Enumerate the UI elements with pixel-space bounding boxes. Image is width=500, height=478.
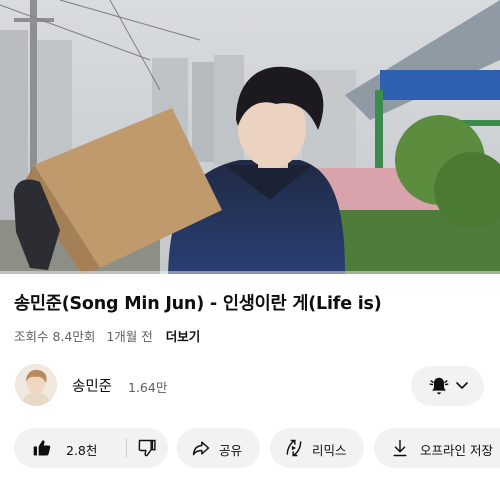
like-count: 2.8천	[66, 443, 98, 458]
download-button[interactable]: 오프라인 저장	[374, 428, 500, 468]
download-label: 오프라인 저장	[420, 443, 493, 458]
subscriber-count: 1.64만	[128, 380, 168, 395]
video-meta[interactable]: 조회수 8.4만회 1개월 전 더보기	[14, 326, 207, 345]
thumbs-up-icon	[33, 440, 51, 456]
remix-button[interactable]: 리믹스	[270, 428, 364, 468]
share-button[interactable]: 공유	[177, 428, 260, 468]
channel-name[interactable]: 송민준	[72, 375, 112, 396]
remix-label: 리믹스	[312, 443, 347, 458]
channel-avatar[interactable]	[15, 364, 57, 406]
chevron-down-icon	[456, 382, 468, 389]
subscription-bell-button[interactable]	[411, 366, 484, 406]
video-player[interactable]	[0, 0, 500, 274]
video-frame-image	[0, 0, 500, 274]
bell-icon	[429, 377, 449, 395]
like-dislike-group: 2.8천	[14, 428, 168, 468]
thumbs-down-icon	[138, 439, 156, 457]
like-button[interactable]: 2.8천	[14, 428, 126, 468]
progress-bar[interactable]	[0, 271, 500, 274]
remix-icon	[286, 439, 302, 457]
share-label: 공유	[219, 443, 243, 458]
view-count: 조회수 8.4만회	[14, 329, 96, 344]
share-icon	[192, 441, 210, 456]
video-title[interactable]: 송민준(Song Min Jun) - 인생이란 게(Life is)	[14, 290, 494, 315]
download-icon	[393, 439, 407, 457]
upload-age: 1개월 전	[106, 329, 153, 344]
dislike-button[interactable]	[127, 428, 168, 468]
avatar-image	[15, 364, 57, 406]
more-link[interactable]: 더보기	[166, 329, 201, 344]
